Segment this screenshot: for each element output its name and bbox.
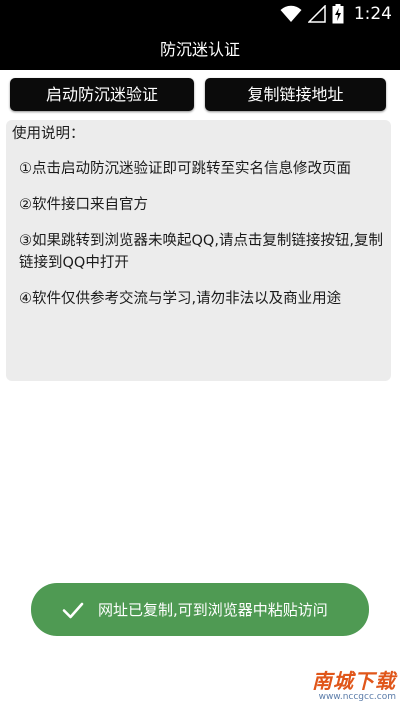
status-icons: 1:24: [280, 4, 392, 24]
instructions-panel: 使用说明： ①点击启动防沉迷验证即可跳转至实名信息修改页面 ②软件接口来自官方 …: [6, 120, 391, 381]
instruction-item: ①点击启动防沉迷验证即可跳转至实名信息修改页面: [19, 161, 351, 177]
copy-link-button[interactable]: 复制链接地址: [205, 78, 386, 111]
instruction-item: ②软件接口来自官方: [19, 197, 148, 213]
instruction-item: ④软件仅供参考交流与学习,请勿非法以及商业用途: [19, 291, 342, 307]
check-icon: [62, 602, 84, 618]
instructions-heading: 使用说明：: [12, 126, 85, 142]
watermark-logo: 南城下载 www.nccgcc.com: [276, 670, 396, 706]
watermark-brand: 南城下载: [312, 669, 396, 693]
status-bar: 1:24: [0, 0, 400, 30]
toast-notification: 网址已复制,可到浏览器中粘贴访问: [31, 583, 369, 636]
status-time: 1:24: [353, 4, 392, 24]
instruction-item: ③如果跳转到浏览器未唤起QQ,请点击复制链接按钮,复制链接到QQ中打开: [19, 233, 384, 271]
page-title: 防沉迷认证: [0, 30, 400, 70]
battery-charging-icon: [332, 4, 344, 24]
watermark-url: www.nccgcc.com: [318, 692, 396, 702]
signal-icon: [307, 5, 326, 23]
wifi-icon: [280, 5, 302, 22]
start-verify-button[interactable]: 启动防沉迷验证: [10, 78, 194, 111]
toast-message: 网址已复制,可到浏览器中粘贴访问: [98, 601, 328, 619]
